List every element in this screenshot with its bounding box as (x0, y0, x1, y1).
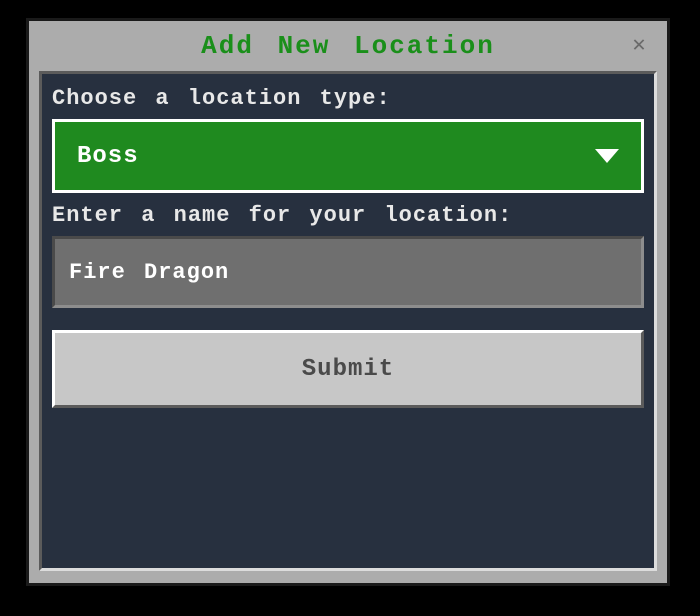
submit-button-label: Submit (302, 356, 394, 383)
close-icon[interactable]: ✕ (625, 31, 653, 59)
dialog-body: Choose a location type: Boss Enter a nam… (39, 71, 657, 571)
location-name-input[interactable]: Fire Dragon (52, 236, 644, 308)
location-name-value: Fire Dragon (69, 260, 229, 285)
window-title: Add New Location (201, 31, 495, 61)
chevron-down-icon (595, 149, 619, 163)
location-type-dropdown[interactable]: Boss (52, 119, 644, 193)
location-type-selected: Boss (77, 143, 139, 170)
location-name-label: Enter a name for your location: (52, 203, 644, 228)
titlebar: Add New Location ✕ (29, 21, 667, 71)
dialog-window: Add New Location ✕ Choose a location typ… (26, 18, 670, 586)
submit-button[interactable]: Submit (52, 330, 644, 408)
location-type-label: Choose a location type: (52, 86, 644, 111)
